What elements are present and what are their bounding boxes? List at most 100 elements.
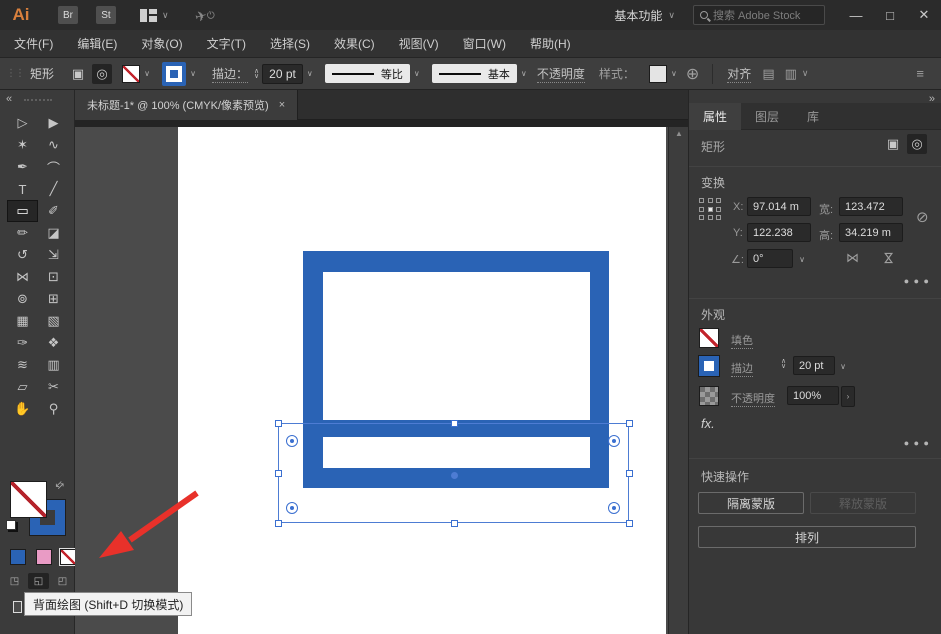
selection-handle[interactable]: [626, 470, 633, 477]
curvature-tool[interactable]: ⌒: [38, 156, 69, 178]
fill-none-swatch[interactable]: [122, 65, 140, 83]
column-graph-tool[interactable]: ▥: [38, 354, 69, 376]
draw-inside-icon[interactable]: ◰: [52, 573, 73, 589]
rotate-tool[interactable]: ↺: [7, 244, 38, 266]
close-button[interactable]: ✕: [907, 0, 941, 30]
corner-widget[interactable]: [608, 502, 620, 514]
selection-handle[interactable]: [451, 420, 458, 427]
stroke-width-field[interactable]: 20 pt: [262, 64, 303, 84]
selection-handle[interactable]: [275, 520, 282, 527]
gradient-chip-button[interactable]: [36, 549, 52, 565]
corner-widget[interactable]: [286, 502, 298, 514]
document-arrange-button[interactable]: ∨: [140, 9, 169, 22]
free-transform-tool[interactable]: ⊡: [38, 266, 69, 288]
fill-none-swatch[interactable]: [699, 328, 719, 348]
graphic-style-swatch[interactable]: [649, 65, 667, 83]
direct-selection-tool[interactable]: ▶: [38, 112, 69, 134]
tab-属性[interactable]: 属性: [689, 103, 741, 130]
align-objects-icon[interactable]: ▤: [762, 66, 774, 82]
fill-label[interactable]: 填色: [731, 332, 753, 349]
effects-fx-button[interactable]: fx.: [701, 416, 715, 431]
close-tab-icon[interactable]: ×: [279, 99, 285, 111]
pen-tool[interactable]: ✒: [7, 156, 38, 178]
menu-item-6[interactable]: 视图(V): [399, 35, 439, 52]
isolate-mask-button[interactable]: 隔离蒙版: [698, 492, 804, 514]
panel-grip[interactable]: ⋮⋮: [6, 68, 24, 79]
swap-fill-stroke-icon[interactable]: ⇆: [53, 479, 67, 493]
hand-tool[interactable]: ✋: [7, 398, 38, 420]
none-chip-button[interactable]: [60, 549, 76, 565]
chevron-down-icon[interactable]: ∨: [186, 64, 200, 84]
align-panel-link[interactable]: 对齐: [727, 65, 751, 83]
options-menu-icon[interactable]: ≡: [916, 66, 924, 81]
type-tool[interactable]: T: [7, 178, 38, 200]
selection-handle[interactable]: [451, 520, 458, 527]
chevron-down-icon[interactable]: ∨: [410, 64, 424, 84]
default-colors-icon[interactable]: [6, 520, 16, 530]
vertical-scrollbar[interactable]: ▲: [668, 127, 688, 634]
stroke-width-stepper[interactable]: ∧∨: [254, 69, 259, 79]
perspective-grid-tool[interactable]: ⊞: [38, 288, 69, 310]
scale-tool[interactable]: ⇲: [38, 244, 69, 266]
fill-swatch[interactable]: [11, 482, 46, 517]
opacity-field[interactable]: 100%: [787, 386, 839, 405]
document-tab[interactable]: 未标题-1* @ 100% (CMYK/像素预览) ×: [75, 90, 298, 120]
stroke-color-swatch[interactable]: [699, 356, 719, 376]
angle-field[interactable]: 0°: [747, 249, 793, 268]
flip-horizontal-icon[interactable]: ⋈: [846, 250, 859, 266]
chevron-down-icon[interactable]: ∨: [836, 356, 850, 376]
document-setup-icon[interactable]: ⊕: [686, 64, 699, 84]
menu-item-3[interactable]: 文字(T): [207, 35, 246, 52]
width-profile-dropdown[interactable]: 等比: [325, 64, 410, 83]
distribute-objects-icon[interactable]: ▥: [785, 66, 797, 82]
height-field[interactable]: 34.219 m: [839, 223, 903, 242]
opacity-label[interactable]: 不透明度: [731, 390, 775, 407]
stroke-label[interactable]: 描边: [731, 360, 753, 377]
symbol-sprayer-tool[interactable]: ≋: [7, 354, 38, 376]
mesh-tool[interactable]: ▦: [7, 310, 38, 332]
selection-handle[interactable]: [275, 470, 282, 477]
minimize-button[interactable]: —: [839, 0, 873, 30]
width-field[interactable]: 123.472: [839, 197, 903, 216]
selection-handle[interactable]: [626, 420, 633, 427]
x-field[interactable]: 97.014 m: [747, 197, 811, 216]
selection-tool[interactable]: ▷: [7, 112, 38, 134]
zoom-tool[interactable]: ⚲: [38, 398, 69, 420]
workspace-switcher[interactable]: 基本功能 ∨: [614, 7, 675, 24]
menu-item-8[interactable]: 帮助(H): [530, 35, 571, 52]
chevron-down-icon[interactable]: ∨: [303, 64, 317, 84]
menu-item-5[interactable]: 效果(C): [334, 35, 375, 52]
magic-wand-tool[interactable]: ✶: [7, 134, 38, 156]
menu-item-2[interactable]: 对象(O): [141, 35, 182, 52]
target-mode-icon[interactable]: ◎: [92, 64, 112, 84]
collapse-tools-icon[interactable]: «: [6, 93, 12, 105]
width-tool[interactable]: ⋈: [7, 266, 38, 288]
center-point[interactable]: [451, 472, 458, 479]
artboard-tool[interactable]: ▱: [7, 376, 38, 398]
arrange-button[interactable]: 排列: [698, 526, 916, 548]
chevron-down-icon[interactable]: ∨: [795, 249, 809, 269]
corner-widget-icon[interactable]: ▣: [68, 64, 88, 84]
unlink-dimensions-icon[interactable]: ⊘: [916, 208, 929, 226]
brush-definition-dropdown[interactable]: 基本: [432, 64, 517, 83]
gradient-tool[interactable]: ▧: [38, 310, 69, 332]
color-chip-button[interactable]: [10, 549, 26, 565]
opacity-panel-link[interactable]: 不透明度: [537, 65, 585, 83]
reference-point-locator[interactable]: [699, 198, 723, 222]
shaper-tool[interactable]: ✏: [7, 222, 38, 244]
rectangle-tool[interactable]: ▭: [7, 200, 38, 222]
share-icon[interactable]: ✈⏻: [193, 4, 216, 26]
eraser-tool[interactable]: ◪: [38, 222, 69, 244]
chevron-down-icon[interactable]: ∨: [802, 68, 809, 79]
selection-handle[interactable]: [626, 520, 633, 527]
line-segment-tool[interactable]: ╱: [38, 178, 69, 200]
selection-handle[interactable]: [275, 420, 282, 427]
chevron-down-icon[interactable]: ∨: [667, 64, 681, 84]
menu-item-4[interactable]: 选择(S): [270, 35, 310, 52]
corner-widget[interactable]: [286, 435, 298, 447]
tools-drag-handle[interactable]: [24, 99, 52, 103]
opacity-options-icon[interactable]: ›: [841, 386, 855, 407]
slice-tool[interactable]: ✂: [38, 376, 69, 398]
scroll-up-icon[interactable]: ▲: [669, 129, 689, 138]
more-options-icon[interactable]: ● ● ●: [904, 438, 930, 448]
